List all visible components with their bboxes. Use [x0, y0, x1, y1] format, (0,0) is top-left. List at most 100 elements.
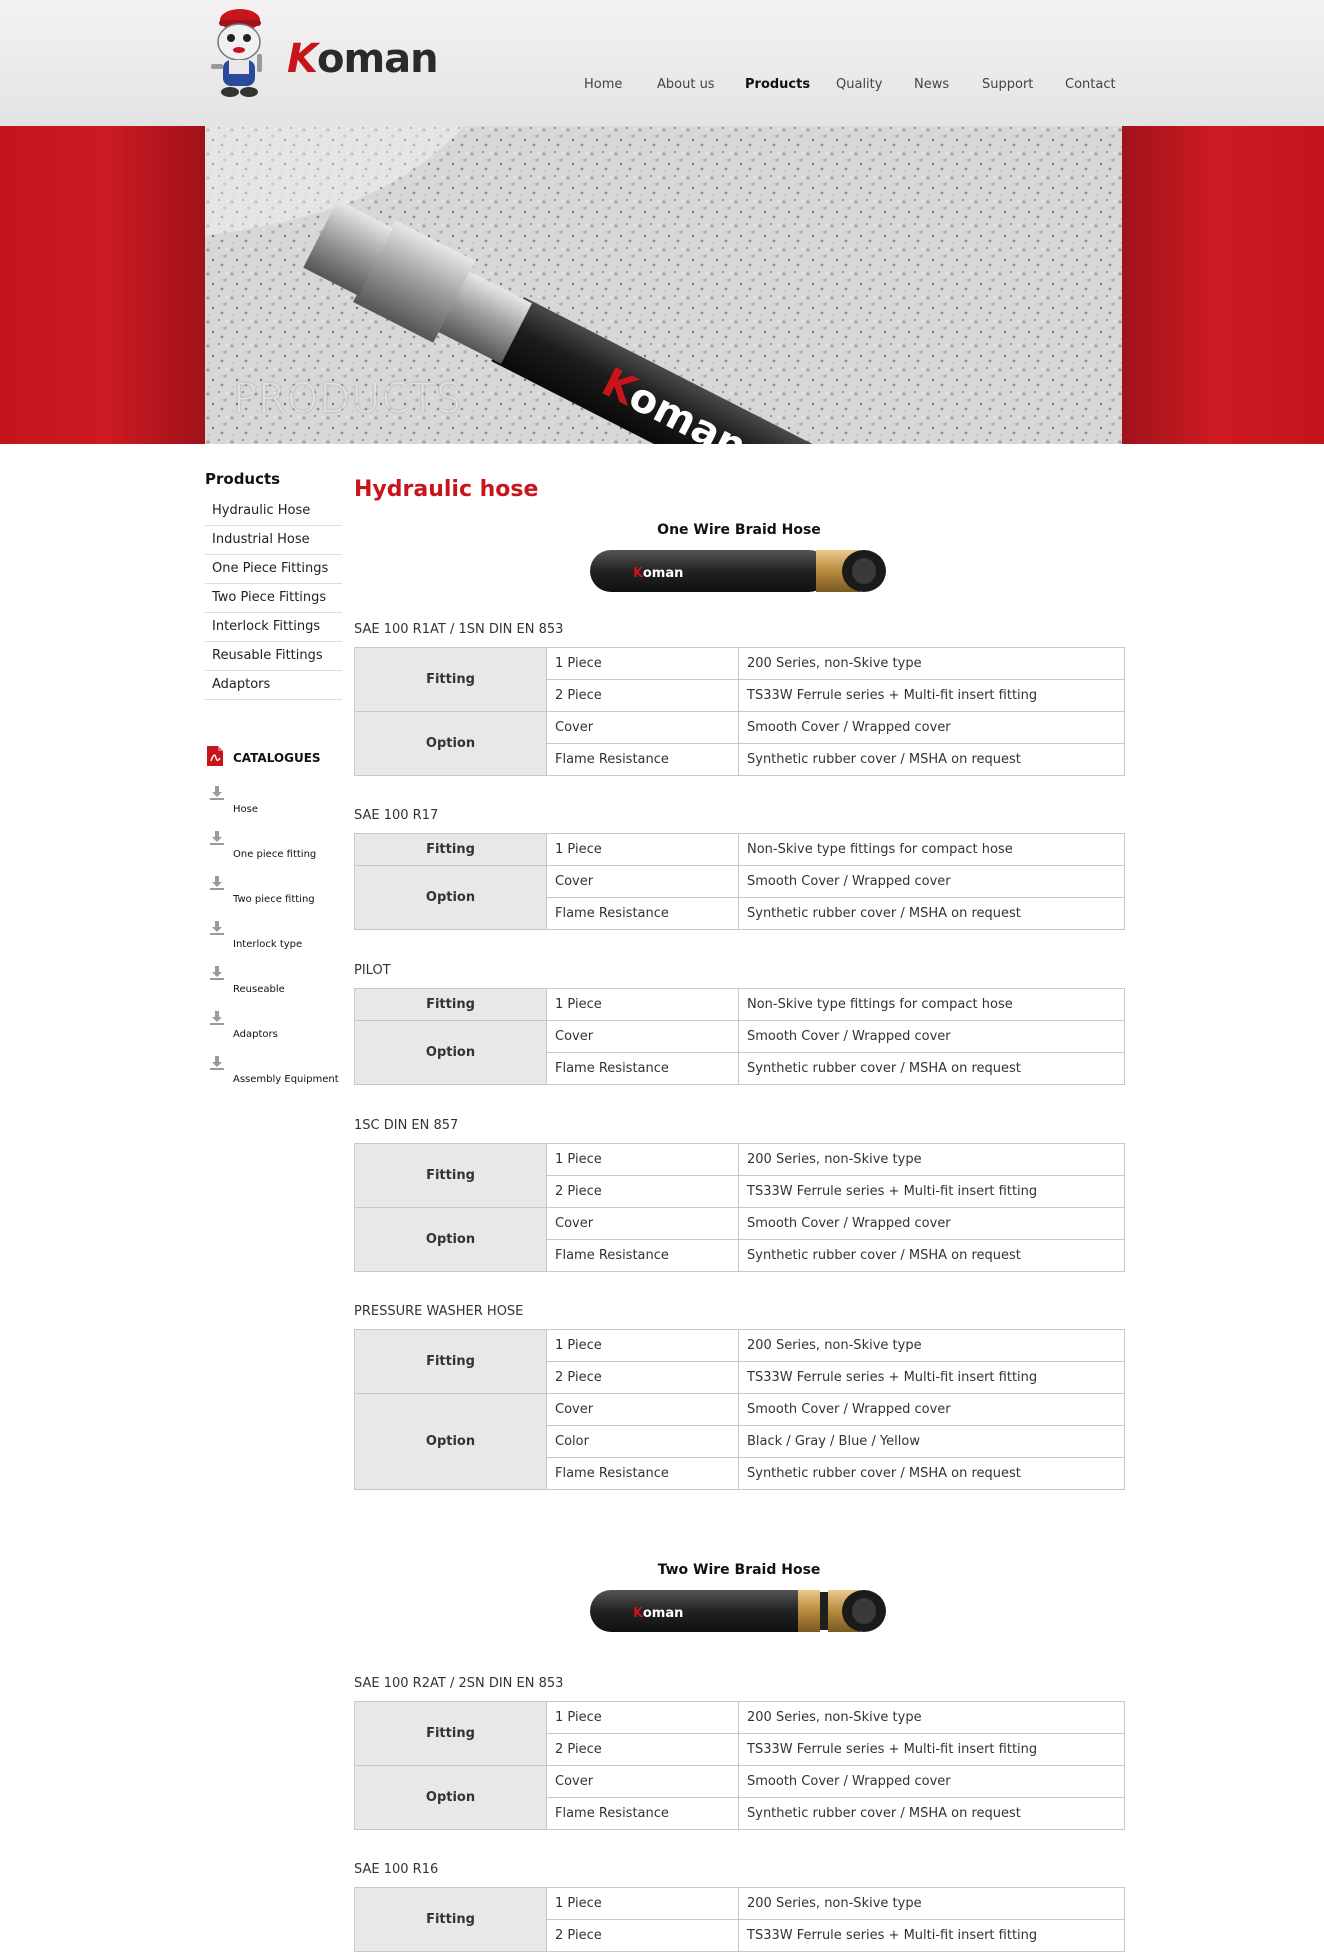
table-cell: Synthetic rubber cover / MSHA on request — [738, 1239, 1125, 1272]
banner-title: PRODUCTS — [233, 376, 463, 422]
table-cell: Synthetic rubber cover / MSHA on request — [738, 1797, 1125, 1830]
logo-wordmark: Koman — [287, 36, 447, 82]
sidebar-item-adaptors[interactable]: Adaptors — [205, 671, 342, 700]
group-header: Option — [354, 1393, 547, 1490]
download-icon — [210, 966, 224, 980]
group-header: Option — [354, 1765, 547, 1830]
group-header: Fitting — [354, 833, 547, 866]
catalogue-item-adaptors[interactable]: Adaptors — [205, 1010, 365, 1050]
catalogue-label[interactable]: Reuseable — [233, 984, 285, 995]
table-cell: 1 Piece — [546, 1887, 739, 1920]
table-label: SAE 100 R1AT / 1SN DIN EN 853 — [354, 622, 564, 637]
sidebar-item-two-piece-fittings[interactable]: Two Piece Fittings — [205, 584, 342, 613]
catalogue-label[interactable]: Hose — [233, 804, 258, 815]
catalogue-label[interactable]: Assembly Equipment — [233, 1074, 339, 1085]
section-title-two-wire: Two Wire Braid Hose — [657, 1562, 821, 1578]
table-cell: Black / Gray / Blue / Yellow — [738, 1425, 1125, 1458]
spec-table: Fitting 1 Piece 200 Series, non-Skive type… — [354, 1329, 1125, 1490]
sidebar-title: Products — [205, 470, 281, 488]
sidebar-item-interlock-fittings[interactable]: Interlock Fittings — [205, 613, 342, 642]
table-cell: 1 Piece — [546, 647, 739, 680]
catalogue-item-two-piece-fitting[interactable]: Two piece fitting — [205, 875, 365, 915]
catalogue-item-one-piece-fitting[interactable]: One piece fitting — [205, 830, 365, 870]
table-cell: TS33W Ferrule series + Multi-fit insert … — [738, 1733, 1125, 1766]
group-header: Fitting — [354, 1329, 547, 1394]
table-cell: 1 Piece — [546, 1143, 739, 1176]
table-cell: Cover — [546, 1020, 739, 1053]
download-icon — [210, 921, 224, 935]
table-cell: TS33W Ferrule series + Multi-fit insert … — [738, 679, 1125, 712]
table-cell: Flame Resistance — [546, 1052, 739, 1085]
table-cell: Cover — [546, 711, 739, 744]
table-label: SAE 100 R2AT / 2SN DIN EN 853 — [354, 1676, 564, 1691]
catalogue-item-reuseable[interactable]: Reuseable — [205, 965, 365, 1005]
table-label: 1SC DIN EN 857 — [354, 1118, 459, 1133]
table-cell: 2 Piece — [546, 1733, 739, 1766]
table-cell: 2 Piece — [546, 1361, 739, 1394]
table-cell: Synthetic rubber cover / MSHA on request — [738, 743, 1125, 776]
nav-news[interactable]: News — [914, 77, 949, 92]
table-cell: TS33W Ferrule series + Multi-fit insert … — [738, 1175, 1125, 1208]
nav-products[interactable]: Products — [745, 77, 810, 92]
group-header: Fitting — [354, 1701, 547, 1766]
table-cell: 2 Piece — [546, 1175, 739, 1208]
table-cell: 1 Piece — [546, 1701, 739, 1734]
group-header: Option — [354, 865, 547, 930]
hose-logo-text: Koman — [633, 566, 683, 581]
nav-contact[interactable]: Contact — [1065, 77, 1116, 92]
download-icon — [210, 876, 224, 890]
table-cell: Non-Skive type fittings for compact hose — [738, 833, 1125, 866]
catalogue-item-hose[interactable]: Hose — [205, 785, 365, 825]
catalogue-item-assembly-equipment[interactable]: Assembly Equipment — [205, 1055, 365, 1095]
sidebar-item-industrial-hose[interactable]: Industrial Hose — [205, 526, 342, 555]
table-cell: 200 Series, non-Skive type — [738, 1329, 1125, 1362]
catalogues-title: CATALOGUES — [233, 751, 321, 765]
sidebar-item-reusable-fittings[interactable]: Reusable Fittings — [205, 642, 342, 671]
table-label: PRESSURE WASHER HOSE — [354, 1304, 524, 1319]
table-cell: Non-Skive type fittings for compact hose — [738, 988, 1125, 1021]
nav-quality[interactable]: Quality — [836, 77, 882, 92]
spec-table: Fitting 1 Piece 200 Series, non-Skive type… — [354, 647, 1125, 776]
nav-about-us[interactable]: About us — [657, 77, 715, 92]
table-cell: Smooth Cover / Wrapped cover — [738, 711, 1125, 744]
catalogue-item-interlock-type[interactable]: Interlock type — [205, 920, 365, 960]
page-title: Hydraulic hose — [354, 477, 539, 502]
table-cell: Cover — [546, 1207, 739, 1240]
catalogue-label[interactable]: Two piece fitting — [233, 894, 315, 905]
table-cell: Flame Resistance — [546, 1457, 739, 1490]
table-cell: Cover — [546, 1393, 739, 1426]
sidebar-menu: Hydraulic Hose Industrial Hose One Piece… — [205, 497, 342, 700]
table-cell: 2 Piece — [546, 1919, 739, 1952]
group-header: Option — [354, 1207, 547, 1272]
table-cell: Flame Resistance — [546, 1797, 739, 1830]
spec-table: Fitting 1 Piece Non-Skive type fittings fo… — [354, 833, 1125, 930]
table-cell: Synthetic rubber cover / MSHA on request — [738, 1457, 1125, 1490]
nav-support[interactable]: Support — [982, 77, 1033, 92]
table-label: PILOT — [354, 963, 391, 978]
group-header: Option — [354, 711, 547, 776]
table-cell: Synthetic rubber cover / MSHA on request — [738, 1052, 1125, 1085]
download-icon — [210, 786, 224, 800]
table-cell: Cover — [546, 1765, 739, 1798]
table-cell: Flame Resistance — [546, 897, 739, 930]
table-cell: 200 Series, non-Skive type — [738, 1143, 1125, 1176]
group-header: Fitting — [354, 1887, 547, 1952]
group-header: Fitting — [354, 647, 547, 712]
hose-logo-text: Koman — [633, 1606, 683, 1621]
catalogue-label[interactable]: Interlock type — [233, 939, 302, 950]
sidebar-item-hydraulic-hose[interactable]: Hydraulic Hose — [205, 497, 342, 526]
download-icon — [210, 1056, 224, 1070]
table-cell: 1 Piece — [546, 833, 739, 866]
group-header: Option — [354, 1020, 547, 1085]
nav-home[interactable]: Home — [584, 77, 622, 92]
spec-table: Fitting 1 Piece Non-Skive type fittings fo… — [354, 988, 1125, 1085]
two-wire-hose-image: Koman — [590, 1590, 886, 1632]
group-header: Fitting — [354, 988, 547, 1021]
table-cell: 200 Series, non-Skive type — [738, 1701, 1125, 1734]
table-label: SAE 100 R17 — [354, 808, 439, 823]
table-cell: Smooth Cover / Wrapped cover — [738, 1207, 1125, 1240]
main-nav: Home About us Products Quality News Supp… — [0, 77, 1324, 97]
sidebar-item-one-piece-fittings[interactable]: One Piece Fittings — [205, 555, 342, 584]
catalogue-label[interactable]: One piece fitting — [233, 849, 316, 860]
catalogue-label[interactable]: Adaptors — [233, 1029, 278, 1040]
